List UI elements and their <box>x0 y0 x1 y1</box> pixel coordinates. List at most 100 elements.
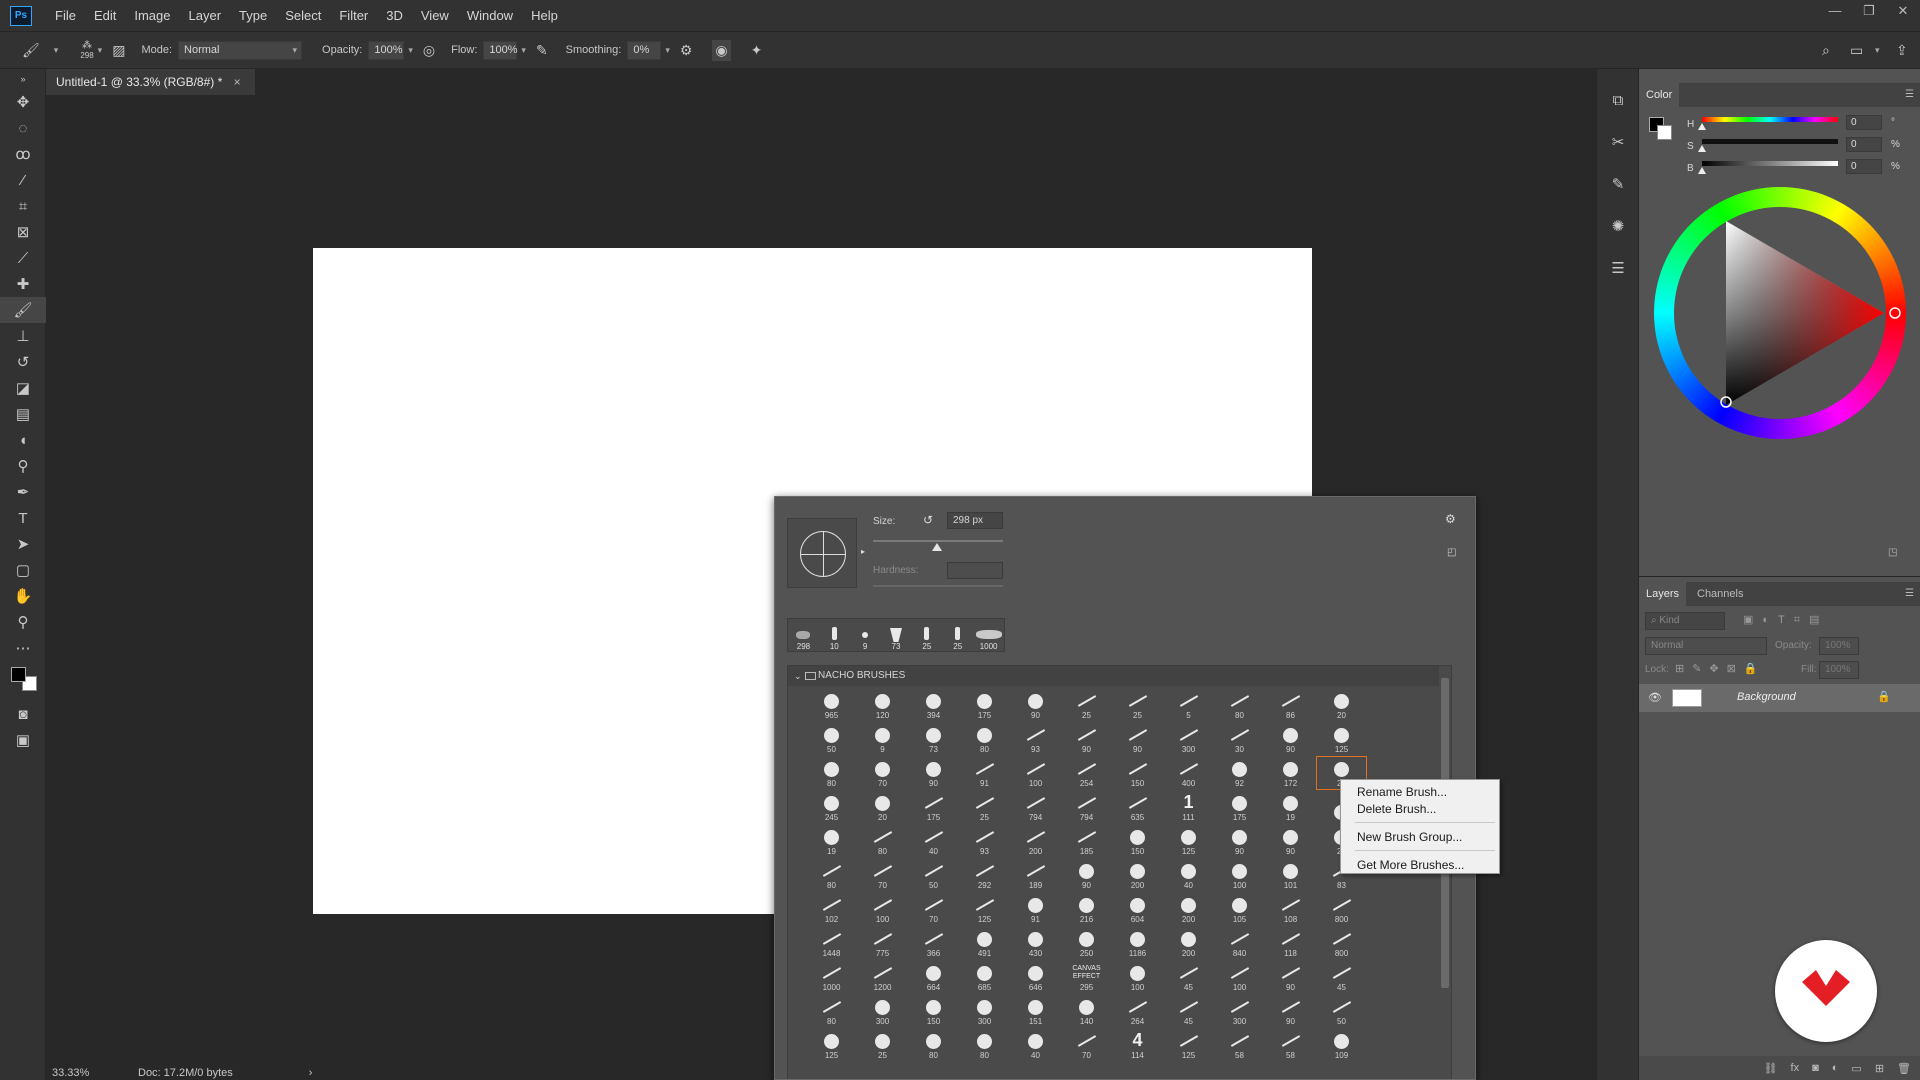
zoom-tool-icon[interactable]: ⚲ <box>0 609 46 635</box>
layer-filter-kind[interactable]: ⌕ Kind <box>1645 612 1725 630</box>
brush-preset[interactable]: 775 <box>857 926 908 960</box>
brush-preset[interactable]: 30 <box>1214 722 1265 756</box>
brush-preset[interactable]: 90 <box>1010 688 1061 722</box>
properties-icon[interactable]: ☰ <box>1597 247 1639 289</box>
brush-preset[interactable]: 664 <box>908 960 959 994</box>
magic-wand-icon[interactable]: ⁄ <box>0 167 46 193</box>
brush-preset[interactable]: 40 <box>1163 858 1214 892</box>
brush-preset[interactable]: CANVAS EFFECT 295 <box>1061 960 1112 994</box>
chevron-down-icon[interactable]: ⌄ <box>794 666 802 686</box>
new-layer-icon[interactable]: ⊞ <box>1875 1062 1884 1075</box>
brush-preset[interactable]: 200 <box>1163 926 1214 960</box>
smoothing-input[interactable]: 0% <box>627 40 662 60</box>
restore-button[interactable]: ❐ <box>1852 0 1886 22</box>
brush-preset[interactable]: 216 <box>1061 892 1112 926</box>
brush-preset[interactable]: 70 <box>857 858 908 892</box>
brush-preset[interactable]: 45 <box>1163 960 1214 994</box>
brush-preset[interactable]: 70 <box>857 756 908 790</box>
brush-preset[interactable]: 300 <box>857 994 908 1028</box>
eraser-icon[interactable]: ◪ <box>0 375 46 401</box>
brush-preset[interactable]: 45 <box>1163 994 1214 1028</box>
tool-presets-icon[interactable]: ✂ <box>1597 121 1639 163</box>
brush-preset[interactable]: 800 <box>1316 926 1367 960</box>
eyedropper-icon[interactable]: ⟋ <box>0 245 46 271</box>
lock-icons[interactable]: ⊞✎✥⊠🔒 <box>1675 662 1766 675</box>
brush-preset[interactable]: 73 <box>908 722 959 756</box>
saturation-slider[interactable] <box>1702 139 1838 144</box>
color-triangle[interactable] <box>1654 187 1906 439</box>
brightness-input[interactable]: 0 <box>1846 159 1882 174</box>
path-selection-icon[interactable]: ➤ <box>0 531 46 557</box>
brush-preset[interactable]: 125 <box>1316 722 1367 756</box>
layer-style-icon[interactable]: fx <box>1791 1062 1800 1074</box>
brush-preset[interactable]: 189 <box>1010 858 1061 892</box>
saturation-slider-thumb[interactable] <box>1698 145 1706 152</box>
recent-brush[interactable]: 298 <box>788 619 819 651</box>
brush-preset[interactable]: 25 <box>1061 688 1112 722</box>
link-layers-icon[interactable]: ⛓ <box>1764 1062 1778 1075</box>
brush-preset[interactable]: 175 <box>1214 790 1265 824</box>
brush-preset[interactable]: 5 <box>1163 688 1214 722</box>
brush-preset[interactable]: 185 <box>1061 824 1112 858</box>
menu-type[interactable]: Type <box>230 0 276 31</box>
brush-preset[interactable]: 430 <box>1010 926 1061 960</box>
eye-icon[interactable]: 👁 <box>1648 691 1662 704</box>
type-tool-icon[interactable]: T <box>0 505 46 531</box>
brush-preset[interactable]: 80 <box>806 756 857 790</box>
brush-preset[interactable]: 965 <box>806 688 857 722</box>
brush-preset[interactable]: 1 111 <box>1163 790 1214 824</box>
brightness-slider-thumb[interactable] <box>1698 167 1706 174</box>
brush-preset[interactable]: 20 <box>1316 688 1367 722</box>
menu-view[interactable]: View <box>412 0 458 31</box>
menu-select[interactable]: Select <box>276 0 330 31</box>
flow-input[interactable]: 100% <box>483 40 518 60</box>
workspace-icon[interactable]: ▭ <box>1850 42 1863 59</box>
chevron-down-icon[interactable]: ▾ <box>408 45 413 56</box>
airbrush-icon[interactable]: ✎ <box>536 42 548 59</box>
brush-preset[interactable]: 100 <box>857 892 908 926</box>
brush-preset[interactable]: 100 <box>1112 960 1163 994</box>
brush-preset[interactable]: 80 <box>806 858 857 892</box>
brush-preset[interactable]: 93 <box>1010 722 1061 756</box>
brush-preset[interactable]: 101 <box>1265 858 1316 892</box>
brush-preset[interactable]: 125 <box>959 892 1010 926</box>
brightness-slider[interactable] <box>1702 161 1838 166</box>
delete-brush-item[interactable]: Delete Brush... <box>1357 801 1436 818</box>
brush-preset[interactable]: 40 <box>908 824 959 858</box>
brush-preset[interactable]: 604 <box>1112 892 1163 926</box>
brush-preset[interactable]: 105 <box>1214 892 1265 926</box>
brush-preset[interactable]: 102 <box>806 892 857 926</box>
menu-image[interactable]: Image <box>125 0 179 31</box>
brush-preset[interactable]: 109 <box>1316 1028 1367 1062</box>
new-preset-icon[interactable]: ◰ <box>1447 547 1456 558</box>
brush-preset[interactable]: 80 <box>806 994 857 1028</box>
recent-brush[interactable]: 25 <box>911 619 942 651</box>
menu-help[interactable]: Help <box>522 0 567 31</box>
new-group-icon[interactable]: ▭ <box>1851 1062 1861 1075</box>
brush-preset[interactable]: 19 <box>806 824 857 858</box>
brush-preset[interactable]: 50 <box>1316 994 1367 1028</box>
chevron-down-icon[interactable]: ▾ <box>665 45 670 56</box>
chevron-down-icon[interactable]: ▾ <box>521 45 526 56</box>
brush-preset[interactable]: 118 <box>1265 926 1316 960</box>
brush-preset[interactable]: 125 <box>1163 1028 1214 1062</box>
adjustments-icon[interactable]: ✺ <box>1597 205 1639 247</box>
pen-tool-icon[interactable]: ✒ <box>0 479 46 505</box>
brush-group-header[interactable]: ⌄ NACHO BRUSHES <box>788 666 1439 686</box>
mode-select[interactable]: Normal ▾ <box>178 40 303 60</box>
brush-preset[interactable]: 1000 <box>806 960 857 994</box>
menu-window[interactable]: Window <box>458 0 522 31</box>
hue-input[interactable]: 0 <box>1846 115 1882 130</box>
brush-preset[interactable]: 200 <box>1163 892 1214 926</box>
brush-preset[interactable]: 200 <box>1010 824 1061 858</box>
brush-preset[interactable]: 80 <box>908 1028 959 1062</box>
brush-preset[interactable]: 1186 <box>1112 926 1163 960</box>
brush-preset[interactable]: 80 <box>1214 688 1265 722</box>
brush-preset[interactable]: 264 <box>1112 994 1163 1028</box>
adjustment-layer-icon[interactable]: ◐ <box>1832 1062 1839 1074</box>
document-tab[interactable]: Untitled-1 @ 33.3% (RGB/8#) * × <box>46 69 255 95</box>
recent-brush[interactable]: 9 <box>850 619 881 651</box>
brush-preset[interactable]: 90 <box>1265 824 1316 858</box>
brush-preset[interactable]: 91 <box>1010 892 1061 926</box>
new-brush-group-item[interactable]: New Brush Group... <box>1357 829 1462 846</box>
